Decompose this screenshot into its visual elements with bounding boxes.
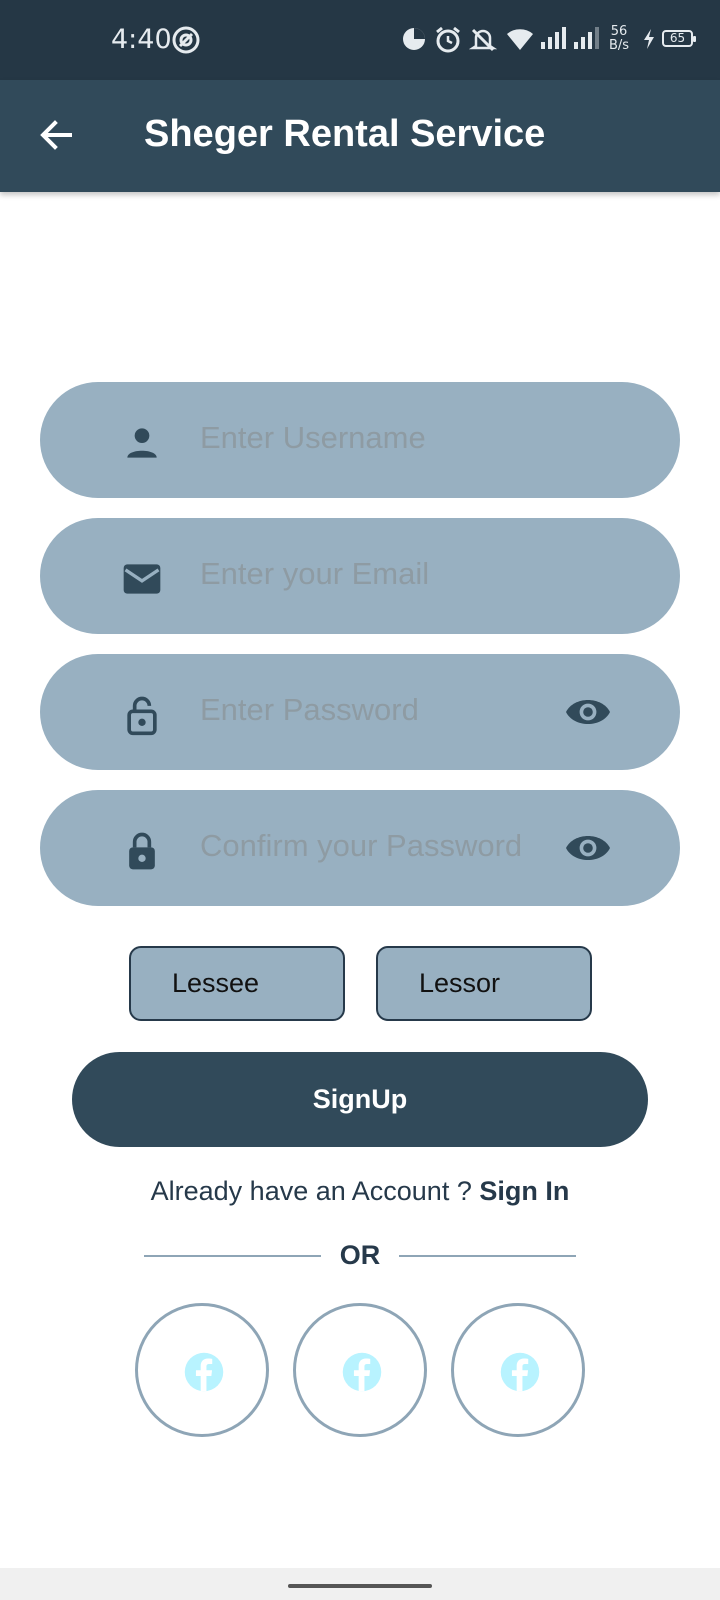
social-login-button[interactable] xyxy=(451,1303,585,1437)
page-title: Sheger Rental Service xyxy=(144,113,546,155)
lock-icon xyxy=(129,832,155,870)
wifi-icon xyxy=(505,26,535,57)
email-input[interactable] xyxy=(200,546,580,602)
data-saver-icon xyxy=(401,26,427,57)
email-field xyxy=(40,518,680,634)
signup-button[interactable]: SignUp xyxy=(72,1052,648,1147)
username-field xyxy=(40,382,680,498)
confirm-password-field xyxy=(40,790,680,906)
back-button[interactable] xyxy=(34,112,80,158)
account-prompt-row: Already have an Account ? Sign In xyxy=(0,1176,720,1207)
or-divider-label: OR xyxy=(339,1240,381,1270)
lessee-button[interactable]: Lessee xyxy=(129,946,345,1021)
facebook-icon xyxy=(342,1352,382,1392)
eye-icon[interactable] xyxy=(564,824,612,872)
battery-level: 65 xyxy=(662,30,696,47)
arrow-left-icon xyxy=(40,120,72,150)
eye-icon[interactable] xyxy=(564,688,612,736)
person-icon xyxy=(127,428,157,458)
password-field xyxy=(40,654,680,770)
net-speed-value: 56 xyxy=(610,24,628,39)
mail-icon xyxy=(123,564,161,594)
charging-icon xyxy=(642,28,656,55)
status-bar: 4:40 56 B/s 65 xyxy=(0,0,720,80)
social-login-button[interactable] xyxy=(293,1303,427,1437)
lock-open-icon xyxy=(127,696,157,736)
status-time: 4:40 xyxy=(111,24,172,55)
username-input[interactable] xyxy=(200,410,580,466)
divider-right xyxy=(399,1255,576,1257)
confirm-password-input[interactable] xyxy=(200,818,580,874)
signal-icon xyxy=(573,26,599,55)
home-gesture-handle[interactable] xyxy=(288,1584,432,1588)
system-nav-bar xyxy=(0,1568,720,1600)
net-speed: 56 B/s xyxy=(609,25,629,53)
do-not-disturb-icon xyxy=(171,25,201,60)
social-login-button[interactable] xyxy=(135,1303,269,1437)
facebook-icon xyxy=(184,1352,224,1392)
notifications-off-icon xyxy=(468,26,498,59)
account-prompt-text: Already have an Account ? xyxy=(150,1176,472,1206)
net-speed-unit: B/s xyxy=(609,38,630,53)
facebook-icon xyxy=(500,1352,540,1392)
alarm-icon xyxy=(434,26,462,59)
signal-icon xyxy=(540,26,566,55)
lessor-button[interactable]: Lessor xyxy=(376,946,592,1021)
signin-link[interactable]: Sign In xyxy=(479,1176,569,1206)
app-bar: Sheger Rental Service xyxy=(0,80,720,192)
password-input[interactable] xyxy=(200,682,580,738)
